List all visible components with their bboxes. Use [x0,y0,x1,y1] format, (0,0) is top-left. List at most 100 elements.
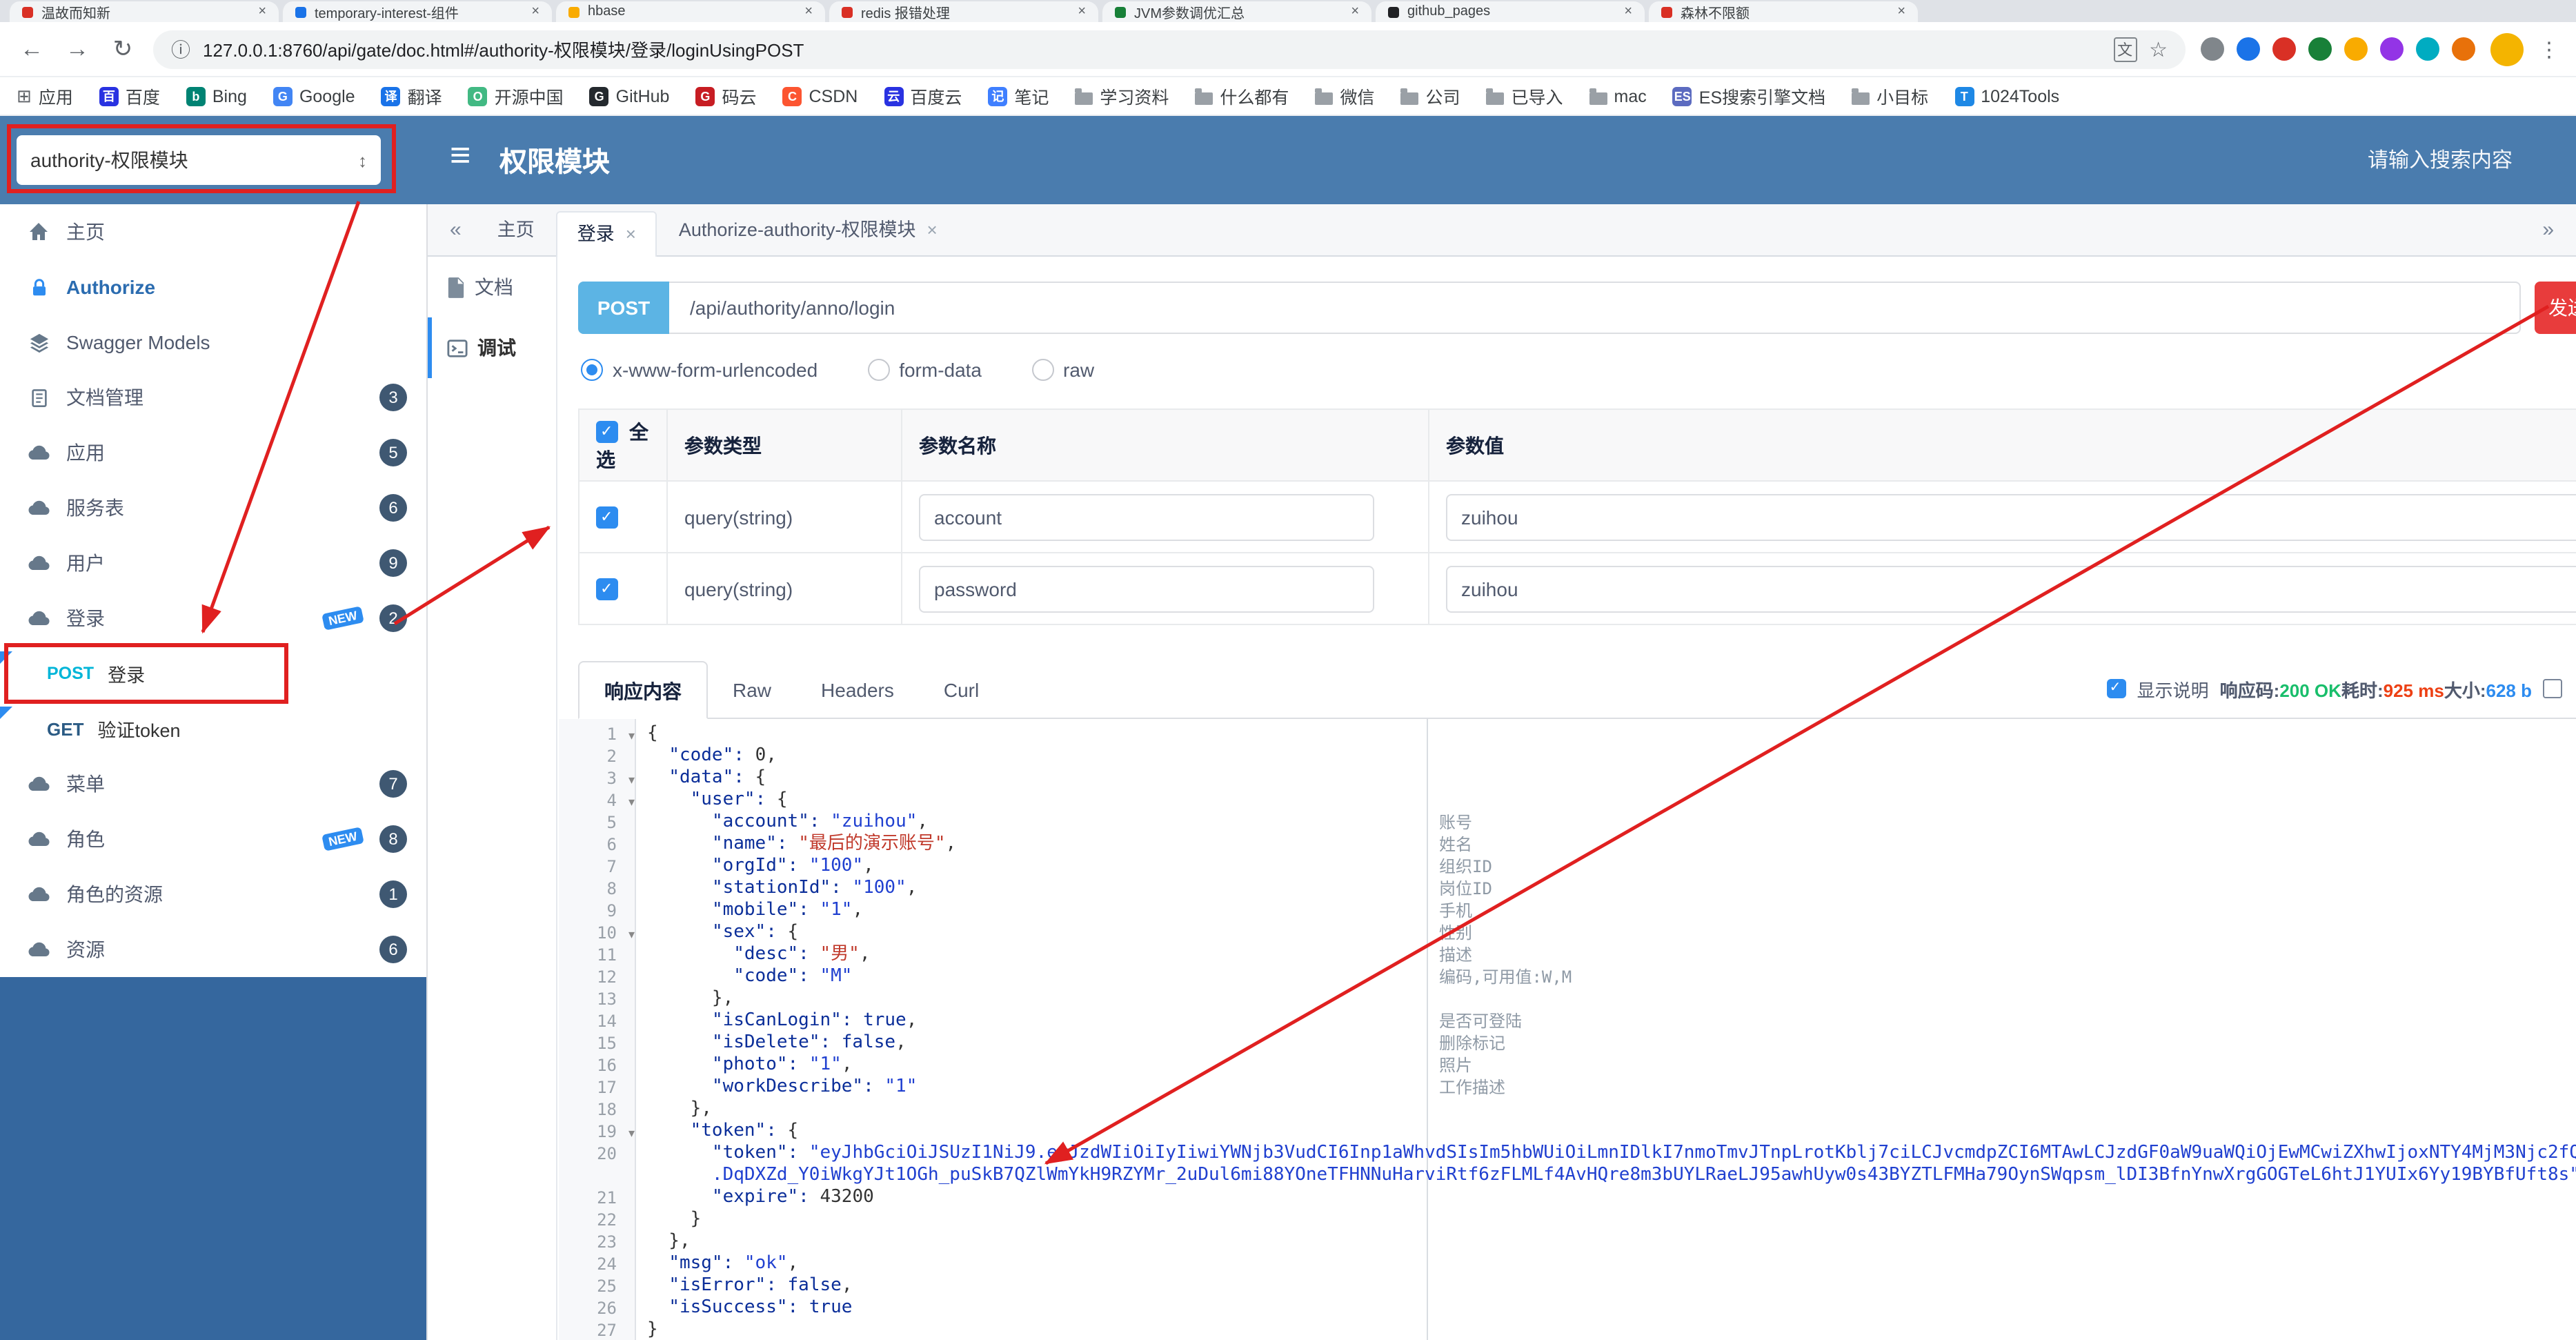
extension-icon[interactable] [2237,37,2260,61]
bookmark-item[interactable]: G GitHub [589,86,669,106]
fold-toggle[interactable]: 19 ▾ [559,1121,635,1143]
bookmark-item[interactable]: 百百度 [99,83,160,109]
content-type-option[interactable]: x-www-form-urlencoded [581,359,818,381]
tab-close-icon[interactable]: × [804,4,813,19]
sidebar-item-menu[interactable]: 菜单 7 [0,756,426,811]
bookmark-item[interactable]: ES ES搜索引擎文档 [1672,83,1825,109]
bookmark-item[interactable]: G Google [273,86,355,106]
browser-tab[interactable]: 温故而知新 × [8,1,279,22]
translate-icon[interactable]: 文 [2113,37,2137,61]
sidebar-item-home[interactable]: 主页 [0,204,426,259]
send-button[interactable]: 发送 [2535,282,2576,334]
content-tab[interactable]: 登录 × [556,210,657,256]
reload-icon[interactable]: ↻ [108,35,138,63]
sidebar-item-app[interactable]: 应用 5 [0,425,426,480]
sidebar-item-resource[interactable]: 资源 6 [0,922,426,977]
radio-icon[interactable] [867,359,890,381]
sidebar-item-role-resource[interactable]: 角色的资源 1 [0,867,426,922]
sidebar-item-role[interactable]: 角色 NEW 8 [0,811,426,867]
bookmark-item[interactable]: 公司 [1400,83,1460,109]
bookmark-item[interactable]: 云百度云 [884,83,962,109]
sidebar-item-user[interactable]: 用户 9 [0,535,426,591]
sidebar-item-service[interactable]: 服务表 6 [0,480,426,535]
bookmark-item[interactable]: 小目标 [1852,83,1928,109]
bookmark-item[interactable]: 记笔记 [988,83,1049,109]
param-checkbox[interactable]: ✓ [596,506,618,529]
extension-icon[interactable] [2272,37,2296,61]
fullscreen-icon[interactable] [2543,679,2562,698]
tab-close-icon[interactable]: × [1351,4,1359,19]
extension-icon[interactable] [2380,37,2404,61]
tab-close-icon[interactable]: × [531,4,539,19]
bookmark-item[interactable]: ⊞ 应用 [17,83,73,109]
sidebar-item-authorize[interactable]: Authorize [0,259,426,315]
tab-close-icon[interactable]: × [1624,4,1632,19]
doc-tab[interactable]: 文档 [428,257,556,317]
browser-tab[interactable]: hbase × [555,1,825,22]
radio-icon[interactable] [1031,359,1054,381]
forward-icon[interactable]: → [62,35,92,63]
radio-icon[interactable] [581,359,603,381]
tab-close-icon[interactable]: × [258,4,266,19]
response-tab[interactable]: Curl [919,661,1004,719]
bookmark-item[interactable]: O 开源中国 [468,83,564,109]
tab-close-icon[interactable]: × [626,213,636,255]
content-tab[interactable]: 主页 [478,209,554,250]
debug-tab[interactable]: 调试 [428,317,556,378]
bookmark-item[interactable]: 什么都有 [1195,83,1289,109]
param-value-input[interactable]: zuihou [1446,493,2576,540]
fold-toggle[interactable]: 3 ▾ [559,767,635,789]
bookmark-item[interactable]: b Bing [186,86,247,106]
show-desc-checkbox[interactable]: ✓ [2106,679,2126,698]
response-tab[interactable]: Headers [796,661,919,719]
bookmark-item[interactable]: 已导入 [1486,83,1563,109]
sidebar-item-swagger-models[interactable]: Swagger Models [0,315,426,370]
param-name-input[interactable]: account [919,493,1374,540]
bookmark-item[interactable]: mac [1589,86,1647,106]
tab-close-icon[interactable]: × [927,209,938,250]
browser-tab[interactable]: JVM参数调优汇总 × [1101,1,1371,22]
url-box[interactable]: ⓘ 127.0.0.1:8760/api/gate/doc.html#/auth… [153,30,2186,68]
select-all-checkbox[interactable]: ✓ [596,420,618,442]
request-url-input[interactable]: POST /api/authority/anno/login [578,282,2521,334]
menu-toggle-icon[interactable]: ≡ [450,134,470,177]
page-info-icon[interactable]: ⓘ [171,35,190,63]
bookmark-item[interactable]: T 1024Tools [1954,86,2059,106]
sidebar-item-login[interactable]: 登录 NEW 2 [0,591,426,646]
content-tab[interactable]: Authorize-authority-权限模块 × [660,209,957,250]
param-name-input[interactable]: password [919,565,1374,612]
fold-toggle[interactable]: 1 ▾ [559,723,635,745]
sidebar-item-doc-manage[interactable]: 文档管理 3 [0,370,426,425]
browser-tab[interactable]: github_pages × [1374,1,1645,22]
fold-toggle[interactable]: 4 ▾ [559,789,635,811]
response-tab[interactable]: Raw [708,661,796,719]
param-value-input[interactable]: zuihou [1446,565,2576,612]
tab-close-icon[interactable]: × [1897,4,1905,19]
extension-icon[interactable] [2416,37,2439,61]
extension-icon[interactable] [2308,37,2332,61]
extension-icon[interactable] [2201,37,2224,61]
response-tab[interactable]: 响应内容 [578,661,708,719]
tab-close-icon[interactable]: × [1078,4,1086,19]
content-type-option[interactable]: raw [1031,359,1094,381]
bookmark-item[interactable]: G 码云 [695,83,756,109]
browser-avatar[interactable] [2490,32,2524,66]
bookmark-star-icon[interactable]: ☆ [2149,37,2168,61]
sidebar-item-token-get[interactable]: GET 验证token [0,701,426,756]
bookmark-item[interactable]: 译翻译 [381,83,442,109]
expand-tabs-icon[interactable]: » [2534,218,2562,242]
browser-tab[interactable]: temporary-interest-组件 × [281,1,552,22]
collapse-tabs-icon[interactable]: « [442,218,470,242]
browser-tab[interactable]: redis 报错处理 × [828,1,1098,22]
extension-icon[interactable] [2452,37,2475,61]
browser-tab[interactable]: 森林不限额 × [1647,1,1918,22]
bookmark-item[interactable]: 微信 [1315,83,1374,109]
param-checkbox[interactable]: ✓ [596,578,618,601]
bookmark-item[interactable]: C CSDN [782,86,858,106]
fold-toggle[interactable]: 10 ▾ [559,922,635,944]
back-icon[interactable]: ← [17,35,47,63]
bookmark-item[interactable]: 学习资料 [1075,83,1169,109]
content-type-option[interactable]: form-data [867,359,982,381]
extension-icon[interactable] [2344,37,2368,61]
browser-menu-icon[interactable]: ⋮ [2539,37,2559,61]
